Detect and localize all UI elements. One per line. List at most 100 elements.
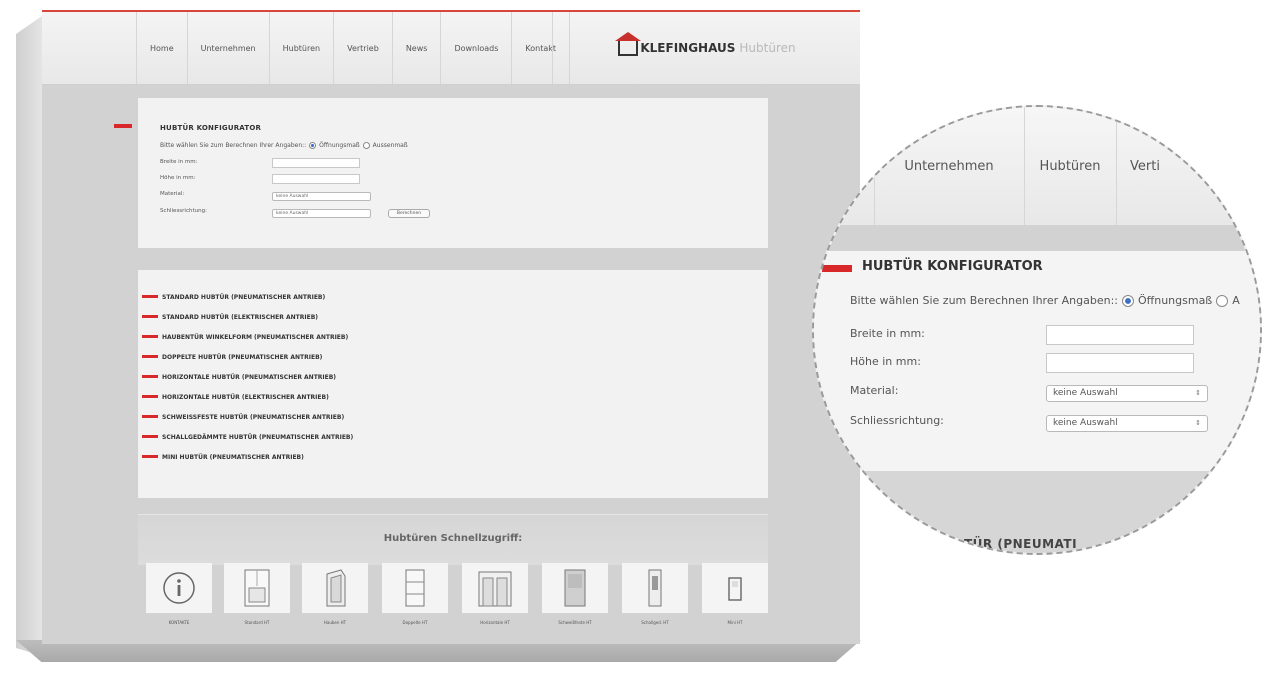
lens-height-label: Höhe in mm:	[850, 355, 921, 368]
mockup-side-edge	[16, 16, 42, 656]
lens-radio-outer[interactable]	[1216, 294, 1229, 307]
select-arrows-icon: ⇕	[1195, 419, 1201, 427]
quick-tile-hauben[interactable]	[302, 563, 368, 613]
lens-material-select[interactable]: keine Auswahl ⇕	[1046, 385, 1208, 402]
prompt-text: Bitte wählen Sie zum Berechnen Ihrer Ang…	[160, 142, 307, 149]
quick-tile-standard[interactable]	[224, 563, 290, 613]
width-input[interactable]	[272, 158, 360, 168]
lens-measurement-prompt: Bitte wählen Sie zum Berechnen Ihrer Ang…	[850, 294, 1240, 307]
product-marker	[142, 375, 158, 378]
lens-nav-vertrieb[interactable]: Verti	[1116, 107, 1210, 225]
quick-tile-schallged[interactable]	[622, 563, 688, 613]
quick-access-title: Hubtüren Schnellzugriff:	[383, 533, 523, 544]
lens-peek-product: TÜR (PNEUMATI	[964, 537, 1078, 551]
website-screen: Home Unternehmen Hubtüren Vertrieb News …	[42, 10, 860, 644]
section-marker	[114, 124, 132, 128]
product-label: STANDARD HUBTÜR (PNEUMATISCHER ANTRIEB)	[162, 294, 326, 301]
lens-width-input[interactable]	[1046, 325, 1194, 345]
closing-direction-select[interactable]: keine Auswahl	[272, 209, 371, 218]
double-door-icon	[405, 569, 425, 607]
material-select[interactable]: keine Auswahl	[272, 192, 371, 201]
radio-opening[interactable]	[309, 142, 317, 149]
quick-label: Horizontale HT	[480, 620, 510, 625]
product-link[interactable]: STANDARD HUBTÜR (PNEUMATISCHER ANTRIEB)	[142, 294, 326, 301]
product-marker	[142, 415, 158, 418]
product-label: STANDARD HUBTÜR (ELEKTRISCHER ANTRIEB)	[162, 314, 319, 321]
quick-tile-doppelte[interactable]	[382, 563, 448, 613]
product-link[interactable]: SCHWEISSFESTE HUBTÜR (PNEUMATISCHER ANTR…	[142, 414, 345, 421]
quick-tile-kontakte[interactable]	[146, 563, 212, 613]
lens-width-label: Breite in mm:	[850, 327, 925, 340]
product-label: HAUBENTÜR WINKELFORM (PNEUMATISCHER ANTR…	[162, 334, 349, 341]
product-marker	[142, 355, 158, 358]
product-link[interactable]: HAUBENTÜR WINKELFORM (PNEUMATISCHER ANTR…	[142, 334, 349, 341]
quick-label: Mini HT	[727, 620, 743, 625]
magnifier-lens: Unternehmen Hubtüren Verti HUBTÜR KONFIG…	[812, 105, 1262, 555]
quick-tile-mini[interactable]	[702, 563, 768, 613]
lens-nav-hubtueren[interactable]: Hubtüren	[1024, 107, 1116, 225]
lens-closing-label: Schliessrichtung:	[850, 414, 944, 427]
top-navigation: Home Unternehmen Hubtüren Vertrieb News …	[42, 12, 860, 85]
lens-radio-opening[interactable]	[1121, 294, 1134, 307]
width-label: Breite in mm:	[160, 159, 198, 165]
configurator-panel: HUBTÜR KONFIGURATOR Bitte wählen Sie zum…	[114, 98, 768, 248]
lens-nav-unternehmen[interactable]: Unternehmen	[874, 107, 1024, 225]
quick-label: Schweißfeste HT	[558, 620, 592, 625]
nav-downloads[interactable]: Downloads	[441, 12, 513, 84]
nav-vertrieb[interactable]: Vertrieb	[334, 12, 393, 84]
weldproof-door-icon	[564, 569, 586, 607]
product-link[interactable]: HORIZONTALE HUBTÜR (PNEUMATISCHER ANTRIE…	[142, 374, 337, 381]
brand-logo[interactable]: KLEFINGHAUS Hubtüren	[552, 12, 861, 84]
radio-opening-label: Öffnungsmaß	[319, 142, 360, 149]
lens-configurator-title: HUBTÜR KONFIGURATOR	[862, 259, 1043, 274]
nav-news[interactable]: News	[393, 12, 442, 84]
nav-home[interactable]: Home	[136, 12, 188, 84]
quick-label: Doppelte HT	[402, 620, 428, 625]
nav-unternehmen[interactable]: Unternehmen	[188, 12, 270, 84]
lens-height-input[interactable]	[1046, 353, 1194, 373]
product-label: HORIZONTALE HUBTÜR (PNEUMATISCHER ANTRIE…	[162, 374, 337, 381]
material-label: Material:	[160, 191, 185, 197]
quick-label: Standard HT	[244, 620, 270, 625]
quick-access-header: Hubtüren Schnellzugriff:	[138, 514, 768, 565]
product-marker	[142, 315, 158, 318]
calculate-button[interactable]: Berechnen	[388, 209, 430, 218]
logo-subtitle: Hubtüren	[739, 41, 796, 55]
product-link[interactable]: DOPPELTE HUBTÜR (PNEUMATISCHER ANTRIEB)	[142, 354, 322, 361]
hood-door-icon	[326, 569, 346, 607]
product-marker	[142, 395, 158, 398]
height-input[interactable]	[272, 174, 360, 184]
product-label: SCHALLGEDÄMMTE HUBTÜR (PNEUMATISCHER ANT…	[162, 434, 354, 441]
product-link[interactable]: HORIZONTALE HUBTÜR (ELEKTRISCHER ANTRIEB…	[142, 394, 329, 401]
nav-hubtueren[interactable]: Hubtüren	[270, 12, 335, 84]
radio-outer-label: Aussenmaß	[372, 142, 408, 149]
quick-label: Schallged. HT	[641, 620, 669, 625]
product-label: SCHWEISSFESTE HUBTÜR (PNEUMATISCHER ANTR…	[162, 414, 345, 421]
lens-navigation: Unternehmen Hubtüren Verti	[814, 107, 1260, 226]
house-logo-icon	[615, 31, 642, 56]
horizontal-door-icon	[478, 571, 512, 607]
quick-label: Hauben HT	[323, 620, 347, 625]
main-menu: Home Unternehmen Hubtüren Vertrieb News …	[136, 12, 570, 84]
logo-brand-text: KLEFINGHAUS	[640, 41, 736, 55]
product-marker	[142, 435, 158, 438]
mini-door-icon	[728, 577, 742, 601]
product-link[interactable]: MINI HUBTÜR (PNEUMATISCHER ANTRIEB)	[142, 454, 304, 461]
product-label: HORIZONTALE HUBTÜR (ELEKTRISCHER ANTRIEB…	[162, 394, 329, 401]
soundproof-door-icon	[648, 569, 662, 607]
quick-label: KONTAKTE	[168, 620, 190, 625]
product-list-panel: STANDARD HUBTÜR (PNEUMATISCHER ANTRIEB) …	[138, 270, 768, 498]
quick-tile-horizontale[interactable]	[462, 563, 528, 613]
product-marker	[142, 455, 158, 458]
product-link[interactable]: SCHALLGEDÄMMTE HUBTÜR (PNEUMATISCHER ANT…	[142, 434, 354, 441]
lens-material-label: Material:	[850, 384, 899, 397]
closing-direction-label: Schliessrichtung:	[160, 208, 207, 214]
quick-tile-schweissfeste[interactable]	[542, 563, 608, 613]
product-label: MINI HUBTÜR (PNEUMATISCHER ANTRIEB)	[162, 454, 304, 461]
lens-closing-select[interactable]: keine Auswahl ⇕	[1046, 415, 1208, 432]
radio-outer[interactable]	[362, 142, 370, 149]
lens-radio-outer-label: A	[1232, 294, 1240, 307]
lens-section-marker	[822, 265, 852, 272]
height-label: Höhe in mm:	[160, 175, 196, 181]
product-link[interactable]: STANDARD HUBTÜR (ELEKTRISCHER ANTRIEB)	[142, 314, 319, 321]
